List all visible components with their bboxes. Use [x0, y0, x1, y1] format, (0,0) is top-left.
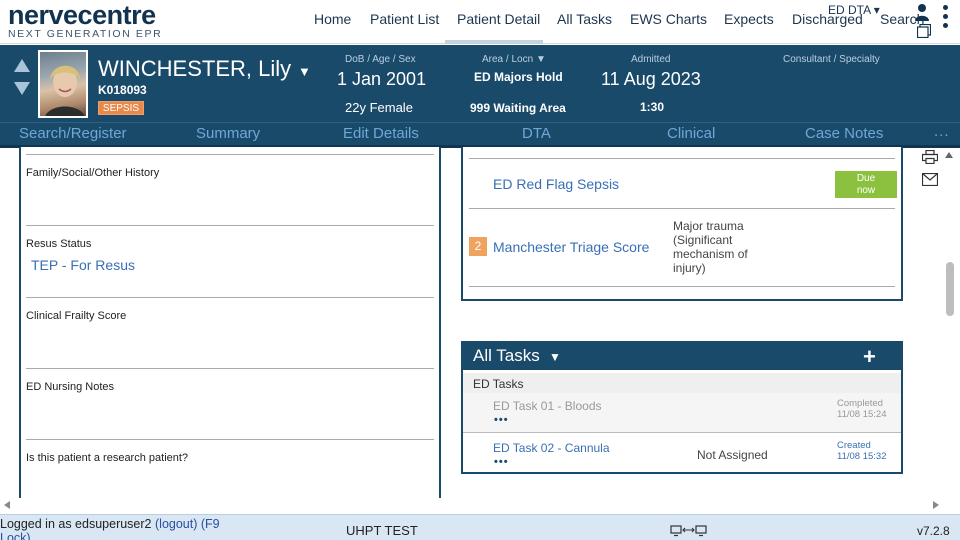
scroll-up-arrow-icon[interactable]: [945, 152, 953, 158]
patient-subnav: Search/Register Summary Edit Details DTA…: [0, 122, 960, 145]
admitted-date: 11 Aug 2023: [601, 69, 701, 89]
email-icon[interactable]: [922, 173, 938, 186]
task-more-icon[interactable]: •••: [494, 456, 509, 468]
due-now-badge[interactable]: Due now: [835, 171, 897, 198]
dob-label: DoB / Age / Sex: [345, 54, 416, 65]
section-label: Clinical Frailty Score: [26, 310, 127, 322]
age-sex-value: 22y Female: [345, 100, 413, 115]
triage-description: Major trauma (Significant mechanism of i…: [673, 219, 748, 275]
task-status: Completed 11/08 15:24: [837, 398, 886, 420]
area-caret-icon: ▼: [535, 54, 546, 65]
user-icon[interactable]: [914, 3, 930, 21]
task-more-icon[interactable]: •••: [494, 414, 509, 426]
area-label[interactable]: Area / Locn ▼: [482, 54, 546, 65]
task-row[interactable]: ED Task 02 - Cannula ••• Not Assigned Cr…: [463, 435, 901, 475]
patient-photo[interactable]: [38, 50, 88, 118]
login-info: Logged in as edsuperuser2 (logout) (F9 L…: [0, 517, 250, 540]
area-value: ED Majors Hold: [474, 70, 563, 84]
all-tasks-card: All Tasks ▼ + ED Tasks ED Task 01 - Bloo…: [461, 341, 903, 474]
patient-banner: WINCHESTER, Lily ▼ K018093 SEPSIS DoB / …: [0, 45, 960, 122]
add-task-button[interactable]: +: [863, 344, 876, 370]
task-row[interactable]: ED Task 01 - Bloods ••• Completed 11/08 …: [463, 393, 901, 433]
section-label: Resus Status: [26, 238, 92, 250]
active-tab-indicator: [445, 40, 543, 44]
tasks-title[interactable]: All Tasks: [473, 346, 540, 366]
manchester-triage-link[interactable]: Manchester Triage Score: [493, 239, 649, 255]
more-menu-icon[interactable]: [943, 5, 949, 31]
task-group-header: ED Tasks: [463, 373, 901, 393]
context-dropdown[interactable]: ED DTA ▾: [828, 3, 880, 17]
subnav-more-icon[interactable]: ...: [934, 123, 950, 140]
task-group-label: ED Tasks: [473, 377, 524, 391]
nav-expects[interactable]: Expects: [724, 11, 774, 27]
subnav-search-register[interactable]: Search/Register: [19, 125, 127, 142]
vertical-scrollbar-thumb[interactable]: [946, 262, 954, 316]
patient-menu-caret-icon[interactable]: ▼: [298, 64, 311, 79]
subnav-dta[interactable]: DTA: [522, 125, 551, 142]
task-status-label: Completed: [837, 398, 883, 409]
scroll-right-arrow-icon[interactable]: [933, 501, 939, 509]
section-nursing-notes[interactable]: ED Nursing Notes: [26, 368, 434, 439]
task-status-time: 11/08 15:24: [837, 409, 887, 420]
section-label: Family/Social/Other History: [26, 167, 160, 179]
subnav-clinical[interactable]: Clinical: [667, 125, 715, 142]
version-label: v7.2.8: [917, 524, 950, 538]
sepsis-alert-badge[interactable]: SEPSIS: [98, 101, 144, 115]
top-navigation-bar: nervecentre NEXT GENERATION EPR Home Pat…: [0, 0, 960, 44]
nervecentre-logo[interactable]: nervecentre NEXT GENERATION EPR: [8, 0, 163, 41]
section-label: Is this patient a research patient?: [26, 452, 189, 464]
task-status-time: 11/08 15:32: [837, 451, 887, 462]
next-patient-icon[interactable]: [14, 82, 30, 95]
sepsis-assessment-link[interactable]: ED Red Flag Sepsis: [493, 176, 619, 192]
nav-patient-list[interactable]: Patient List: [370, 11, 439, 27]
section-label: ED Nursing Notes: [26, 381, 115, 393]
divider: [469, 208, 895, 209]
previous-patient-icon[interactable]: [14, 59, 30, 72]
subnav-summary[interactable]: Summary: [196, 125, 260, 142]
app-window: nervecentre NEXT GENERATION EPR Home Pat…: [0, 0, 960, 540]
divider: [469, 158, 895, 159]
location-value: 999 Waiting Area: [470, 101, 566, 115]
admitted-label: Admitted: [631, 54, 671, 65]
subnav-case-notes[interactable]: Case Notes: [805, 125, 883, 142]
nav-patient-detail[interactable]: Patient Detail: [457, 11, 540, 27]
section-research-patient[interactable]: Is this patient a research patient?: [26, 439, 434, 498]
login-user: Logged in as edsuperuser2: [0, 517, 152, 531]
window-icon[interactable]: [917, 24, 931, 38]
clinical-details-panel: Family/Social/Other History Resus Status…: [19, 147, 441, 498]
divider: [469, 286, 895, 287]
tasks-header: All Tasks ▼ +: [463, 343, 901, 370]
section-frailty-score[interactable]: Clinical Frailty Score: [26, 297, 434, 368]
task-name[interactable]: ED Task 01 - Bloods: [493, 399, 602, 413]
nav-ews-charts[interactable]: EWS Charts: [630, 11, 707, 27]
area-label-text: Area / Locn: [482, 54, 534, 65]
task-status: Created 11/08 15:32: [837, 440, 886, 462]
triage-score-badge: 2: [469, 237, 487, 256]
patient-id: K018093: [98, 83, 147, 97]
print-icon[interactable]: [922, 150, 938, 164]
logout-link[interactable]: (logout): [155, 517, 197, 531]
task-assignee[interactable]: Not Assigned: [697, 448, 768, 462]
tasks-dropdown-icon[interactable]: ▼: [549, 350, 561, 364]
status-bar: Logged in as edsuperuser2 (logout) (F9 L…: [0, 514, 960, 540]
section-resus-status[interactable]: Resus Status TEP - For Resus: [26, 225, 434, 296]
task-name[interactable]: ED Task 02 - Cannula: [493, 441, 610, 455]
admitted-time: 1:30: [640, 100, 665, 114]
section-family-history[interactable]: Family/Social/Other History: [26, 154, 434, 225]
nav-all-tasks[interactable]: All Tasks: [557, 11, 612, 27]
nav-home[interactable]: Home: [314, 11, 351, 27]
resus-status-value[interactable]: TEP - For Resus: [31, 257, 135, 273]
scroll-left-arrow-icon[interactable]: [4, 501, 10, 509]
connection-status-icon: [670, 525, 707, 537]
environment-label: UHPT TEST: [346, 523, 418, 538]
consultant-label: Consultant / Specialty: [783, 54, 880, 65]
task-status-label: Created: [837, 440, 871, 451]
brand-tagline: NEXT GENERATION EPR: [8, 28, 163, 40]
brand-name: nervecentre: [8, 0, 156, 30]
dob-value: 1 Jan 2001: [337, 69, 427, 89]
subnav-edit-details[interactable]: Edit Details: [343, 125, 419, 142]
triage-card: ED Red Flag Sepsis Due now 2 Manchester T…: [461, 147, 903, 301]
patient-name[interactable]: WINCHESTER, Lily: [98, 56, 291, 82]
